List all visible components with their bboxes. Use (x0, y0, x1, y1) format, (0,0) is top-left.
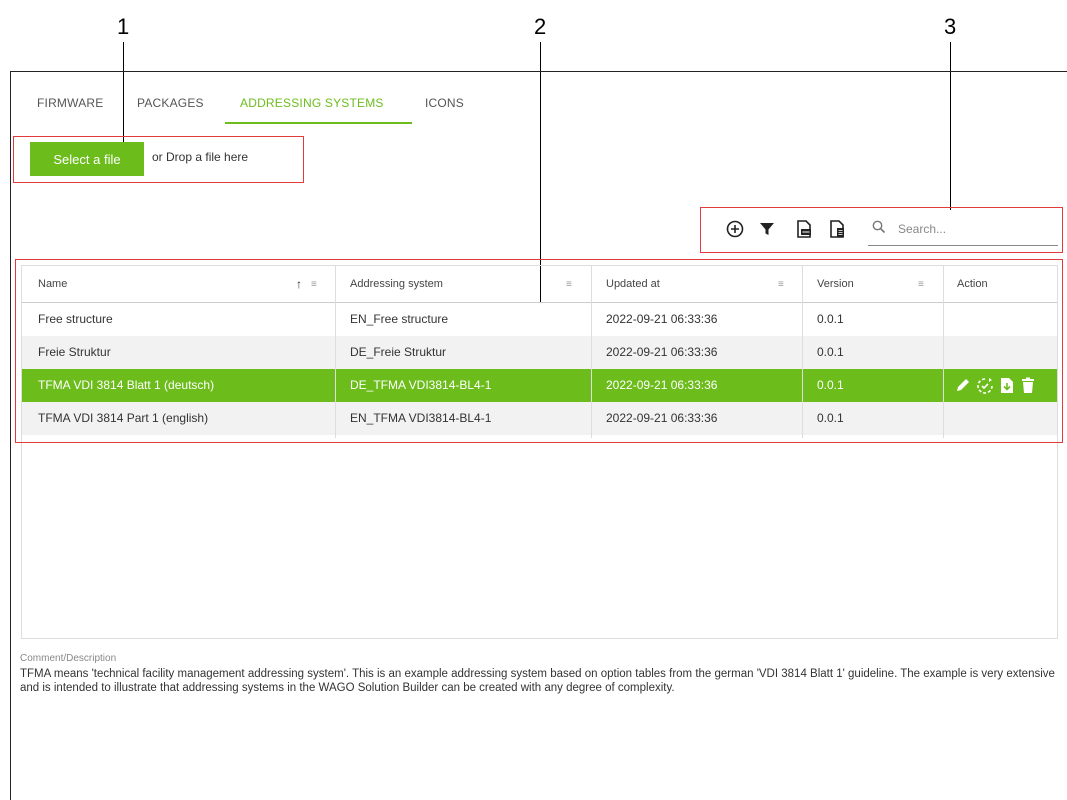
search-icon (872, 220, 886, 237)
app-frame-left (10, 71, 11, 800)
tab-addressing-systems[interactable]: ADDRESSING SYSTEMS (240, 96, 384, 110)
app-frame-top (10, 71, 1067, 72)
add-circle-icon[interactable] (724, 218, 746, 240)
drop-zone-label[interactable]: or Drop a file here (152, 150, 248, 164)
search-input[interactable] (898, 219, 1048, 239)
callout-3-line (950, 42, 951, 210)
search-underline (868, 245, 1058, 246)
callout-3: 3 (944, 14, 957, 39)
filter-icon[interactable] (756, 218, 778, 240)
comment-text: TFMA means 'technical facility managemen… (20, 668, 1055, 694)
select-file-button[interactable]: Select a file (30, 142, 144, 176)
document-view-icon[interactable] (826, 218, 848, 240)
tab-icons[interactable]: ICONS (425, 96, 464, 110)
active-tab-indicator (225, 122, 412, 124)
callout-1: 1 (117, 14, 130, 39)
callout-2: 2 (534, 14, 547, 39)
callout-1-line (123, 42, 124, 142)
tab-firmware[interactable]: FIRMWARE (37, 96, 103, 110)
export-file-icon[interactable] (793, 218, 815, 240)
tab-packages[interactable]: PACKAGES (137, 96, 204, 110)
comment-label: Comment/Description (20, 653, 117, 664)
callout-2-highlight (15, 259, 1063, 443)
